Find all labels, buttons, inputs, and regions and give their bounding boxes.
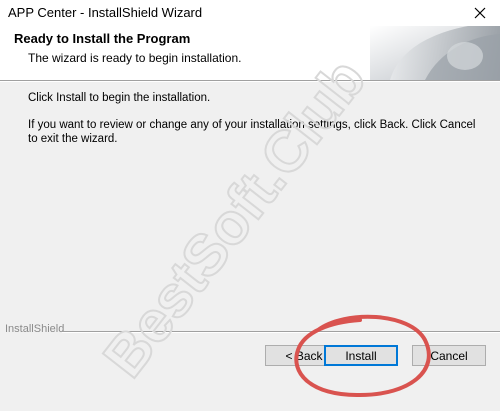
close-icon[interactable]: [460, 0, 500, 26]
review-text: If you want to review or change any of y…: [28, 119, 476, 145]
header-subtitle: The wizard is ready to begin installatio…: [28, 51, 242, 65]
header-title: Ready to Install the Program: [14, 31, 191, 46]
title-bar: APP Center - InstallShield Wizard: [0, 0, 500, 26]
installshield-graphic: [370, 26, 500, 80]
wizard-header: Ready to Install the Program The wizard …: [0, 26, 500, 80]
instruction-text: Click Install to begin the installation.: [28, 92, 211, 104]
cancel-button[interactable]: Cancel: [412, 345, 486, 366]
wizard-body: Click Install to begin the installation.…: [0, 82, 500, 411]
window-title: APP Center - InstallShield Wizard: [8, 5, 203, 20]
installshield-brand: InstallShield: [5, 323, 65, 335]
install-button[interactable]: Install: [324, 345, 398, 366]
footer-separator: [62, 331, 500, 333]
